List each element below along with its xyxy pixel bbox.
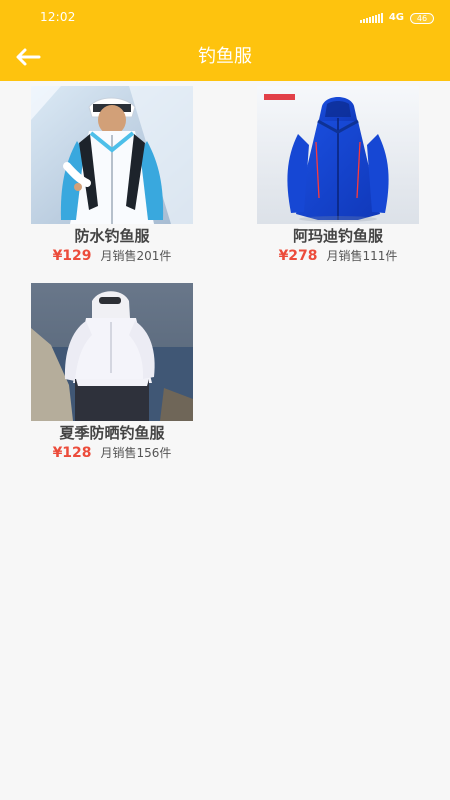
page-title: 钓鱼服 [198, 46, 252, 67]
product-photo-jacket [31, 86, 193, 224]
status-time: 12:02 [40, 10, 76, 24]
product-price: ¥128 [52, 445, 92, 461]
product-price: ¥129 [52, 248, 92, 264]
product-name: 夏季防晒钓鱼服 [59, 424, 165, 442]
product-meta: ¥128 月销售156件 [14, 444, 210, 462]
product-meta: ¥129 月销售201件 [14, 247, 210, 265]
product-image [31, 86, 193, 224]
product-image [257, 86, 419, 224]
product-name: 阿玛迪钓鱼服 [292, 227, 383, 245]
product-photo-jacket [257, 86, 419, 224]
network-label: 4G [388, 12, 404, 23]
product-sales: 月销售201件 [100, 249, 172, 263]
battery-icon: 46 [410, 12, 434, 24]
product-meta: ¥278 月销售111件 [240, 247, 436, 265]
signal-icon [359, 13, 383, 23]
product-photo-person [31, 283, 193, 421]
status-bar: 12:02 4G 46 [0, 0, 450, 34]
product-card-waterproof[interactable]: 防水钓鱼服 ¥129 月销售201件 [14, 86, 210, 265]
product-image [31, 283, 193, 421]
product-card-amadi[interactable]: 阿玛迪钓鱼服 ¥278 月销售111件 [240, 86, 436, 265]
product-name: 防水钓鱼服 [74, 227, 150, 245]
status-indicators: 4G 46 [359, 10, 434, 26]
app-header: 12:02 4G 46 钓鱼服 [0, 0, 450, 81]
product-card-summer-sun-protection[interactable]: 夏季防晒钓鱼服 ¥128 月销售156件 [14, 283, 210, 462]
product-grid: 防水钓鱼服 ¥129 月销售201件 阿玛迪钓鱼服 ¥278 月销售111件 夏… [0, 81, 450, 800]
product-sales: 月销售156件 [100, 446, 172, 460]
product-price: ¥278 [278, 248, 318, 264]
product-sales: 月销售111件 [326, 249, 398, 263]
